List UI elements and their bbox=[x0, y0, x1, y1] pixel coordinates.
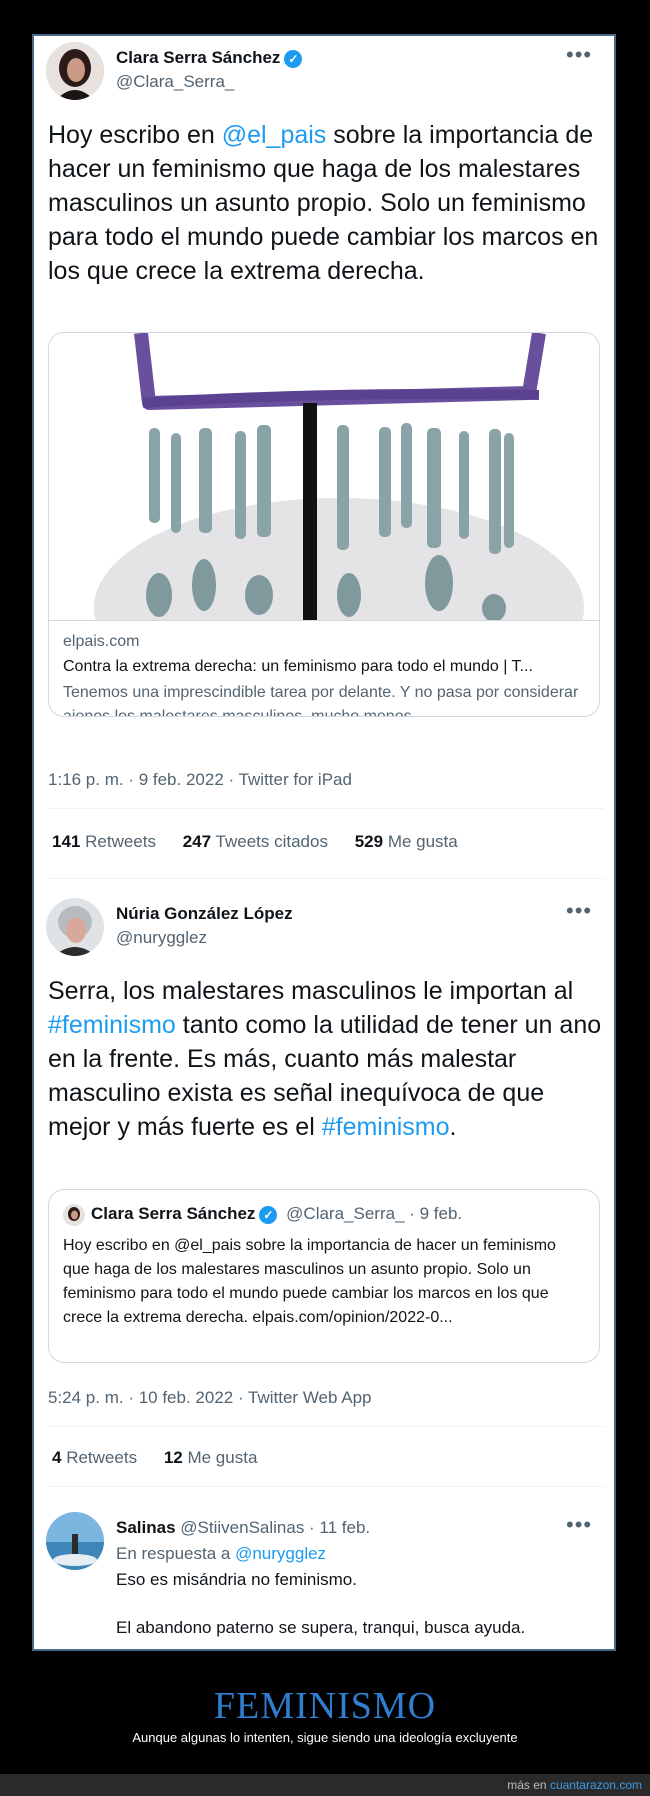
avatar-image bbox=[46, 42, 104, 100]
more-horizontal-icon[interactable]: ••• bbox=[566, 900, 592, 922]
verified-badge-icon: ✓ bbox=[259, 1205, 278, 1224]
card-domain: elpais.com bbox=[63, 633, 140, 650]
tweet1-author-name[interactable]: Clara Serra Sánchez ✓ bbox=[116, 48, 303, 68]
quotes-stat[interactable]: 247 Tweets citados bbox=[183, 832, 328, 851]
hashtag-feminismo[interactable]: #feminismo bbox=[48, 1011, 176, 1039]
divider bbox=[48, 878, 604, 879]
tweet3-header: Salinas @StiivenSalinas · 11 feb. bbox=[116, 1518, 370, 1538]
tweet3-line1: Eso es misándria no feminismo. bbox=[116, 1570, 357, 1589]
footer-text: más en cuantarazon.com bbox=[507, 1778, 642, 1792]
reply-to-mention[interactable]: @nurygglez bbox=[235, 1544, 326, 1563]
link-preview-card[interactable]: elpais.com Contra la extrema derecha: un… bbox=[48, 332, 600, 717]
quoted-text: Hoy escribo en @el_pais sobre la importa… bbox=[63, 1237, 556, 1326]
mention-el-pais[interactable]: @el_pais bbox=[222, 121, 327, 149]
avatar-salinas[interactable] bbox=[46, 1512, 104, 1570]
likes-stat[interactable]: 12 Me gusta bbox=[164, 1448, 258, 1467]
divider bbox=[48, 1426, 604, 1427]
divider bbox=[48, 808, 604, 809]
tweet2-timestamp[interactable]: 5:24 p. m. · 10 feb. 2022 · Twitter Web … bbox=[48, 1388, 372, 1408]
caption-subtitle: Aunque algunas lo intenten, sigue siendo… bbox=[132, 1730, 518, 1745]
footer-bar: más en cuantarazon.com bbox=[0, 1774, 650, 1796]
tweet2-author-name[interactable]: Núria González López bbox=[116, 904, 293, 924]
avatar-nuria[interactable] bbox=[46, 898, 104, 956]
reply-context: En respuesta a @nurygglez bbox=[116, 1544, 327, 1563]
avatar-clara[interactable] bbox=[46, 42, 104, 100]
verified-badge-icon: ✓ bbox=[284, 49, 303, 68]
tweet2-author-handle[interactable]: @nurygglez bbox=[116, 928, 207, 948]
tweet1-timestamp[interactable]: 1:16 p. m. · 9 feb. 2022 · Twitter for i… bbox=[48, 770, 352, 790]
quoted-avatar bbox=[63, 1204, 85, 1226]
tweet1-author-handle[interactable]: @Clara_Serra_ bbox=[116, 72, 234, 92]
tweet3-handle-date[interactable]: @StiivenSalinas · 11 feb. bbox=[180, 1518, 370, 1537]
tweet-thread-frame: Clara Serra Sánchez ✓ @Clara_Serra_ ••• H… bbox=[32, 34, 616, 1651]
likes-stat[interactable]: 529 Me gusta bbox=[355, 832, 458, 851]
quoted-tweet[interactable]: Clara Serra Sánchez ✓ @Clara_Serra_ · 9 f… bbox=[48, 1189, 600, 1363]
retweets-stat[interactable]: 141 Retweets bbox=[52, 832, 156, 851]
quoted-author-name: Clara Serra Sánchez ✓ @Clara_Serra_ · 9 f… bbox=[91, 1204, 463, 1224]
tweet3-author-name[interactable]: Salinas bbox=[116, 1518, 176, 1537]
avatar-image bbox=[46, 898, 104, 956]
quoted-handle-date: @Clara_Serra_ · 9 feb. bbox=[286, 1204, 463, 1223]
tweet3-line2: El abandono paterno se supera, tranqui, … bbox=[116, 1618, 526, 1637]
divider bbox=[48, 1486, 604, 1487]
hashtag-feminismo[interactable]: #feminismo bbox=[322, 1113, 450, 1141]
footer-site-link[interactable]: cuantarazon.com bbox=[550, 1778, 642, 1792]
tweet1-stats: 141 Retweets 247 Tweets citados 529 Me g… bbox=[52, 832, 458, 852]
article-illustration bbox=[49, 333, 599, 620]
more-horizontal-icon[interactable]: ••• bbox=[566, 44, 592, 66]
more-horizontal-icon[interactable]: ••• bbox=[566, 1514, 592, 1536]
tweet2-stats: 4 Retweets 12 Me gusta bbox=[52, 1448, 257, 1468]
card-title: Contra la extrema derecha: un feminismo … bbox=[63, 658, 533, 675]
tweet1-text: Hoy escribo en @el_pais sobre la importa… bbox=[48, 121, 599, 285]
avatar-image bbox=[46, 1512, 104, 1570]
retweets-stat[interactable]: 4 Retweets bbox=[52, 1448, 137, 1467]
card-description: Tenemos una imprescindible tarea por del… bbox=[63, 684, 579, 717]
caption-title: FEMINISMO bbox=[213, 1685, 437, 1727]
tweet2-text: Serra, los malestares masculinos le impo… bbox=[48, 977, 602, 1141]
